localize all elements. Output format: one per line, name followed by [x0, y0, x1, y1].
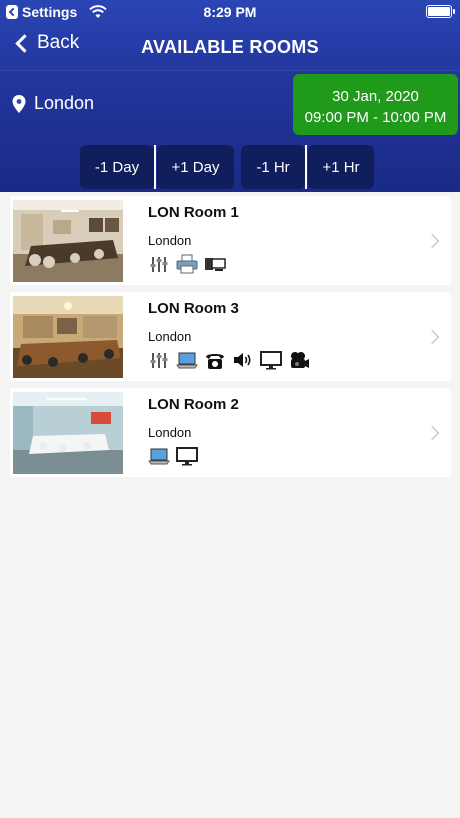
- amenity-icons: [148, 350, 310, 370]
- room-name: LON Room 2: [148, 396, 239, 413]
- printer-icon: [176, 254, 198, 274]
- status-bar: Settings 8:29 PM: [0, 0, 460, 24]
- room-card[interactable]: LON Room 2 London: [10, 388, 451, 477]
- separator: [305, 145, 307, 189]
- room-city: London: [148, 425, 192, 440]
- chevron-right-icon: [424, 233, 440, 249]
- room-name: LON Room 1: [148, 204, 239, 221]
- nav-divider: [0, 70, 460, 71]
- selected-time-range: 09:00 PM - 10:00 PM: [304, 109, 447, 126]
- audio-mixer-icon: [150, 353, 168, 368]
- laptop-icon: [176, 352, 198, 369]
- minus-day-button[interactable]: -1 Day: [80, 145, 154, 189]
- chevron-right-icon: [424, 329, 440, 345]
- monitor-icon: [260, 351, 282, 370]
- camera-icon: [291, 352, 309, 368]
- plus-hour-button[interactable]: +1 Hr: [308, 145, 374, 189]
- header: Settings 8:29 PM Back AVAILABLE ROOMS Lo…: [0, 0, 460, 192]
- location-pin-icon: [12, 94, 26, 113]
- minus-hour-button[interactable]: -1 Hr: [241, 145, 305, 189]
- room-photo: [13, 296, 123, 378]
- battery-icon: [426, 5, 455, 18]
- room-city: London: [148, 329, 192, 344]
- speaker-icon: [234, 353, 251, 367]
- amenity-icons: [148, 254, 226, 274]
- location-label: London: [34, 93, 95, 113]
- time-adjust-bar: -1 Day +1 Day -1 Hr +1 Hr: [0, 145, 460, 189]
- audio-mixer-icon: [150, 257, 168, 272]
- datetime-selector[interactable]: 30 Jan, 2020 09:00 PM - 10:00 PM: [293, 74, 458, 135]
- selected-date: 30 Jan, 2020: [332, 88, 419, 105]
- status-time: 8:29 PM: [203, 4, 257, 20]
- room-city: London: [148, 233, 192, 248]
- location-selector[interactable]: London: [12, 93, 94, 114]
- separator: [154, 145, 156, 189]
- page-title: AVAILABLE ROOMS: [141, 37, 319, 57]
- chevron-right-icon: [424, 425, 440, 441]
- room-photo: [13, 200, 123, 282]
- computer-icon: [205, 258, 226, 271]
- amenity-icons: [148, 446, 198, 466]
- room-card[interactable]: LON Room 3 London: [10, 292, 451, 381]
- plus-day-button[interactable]: +1 Day: [157, 145, 234, 189]
- room-name: LON Room 3: [148, 300, 239, 317]
- room-photo: [13, 392, 123, 474]
- laptop-icon: [148, 448, 170, 465]
- room-card[interactable]: LON Room 1 London: [10, 196, 451, 285]
- nav-bar: Back AVAILABLE ROOMS: [0, 24, 460, 70]
- phone-icon: [206, 354, 224, 369]
- monitor-icon: [176, 447, 198, 466]
